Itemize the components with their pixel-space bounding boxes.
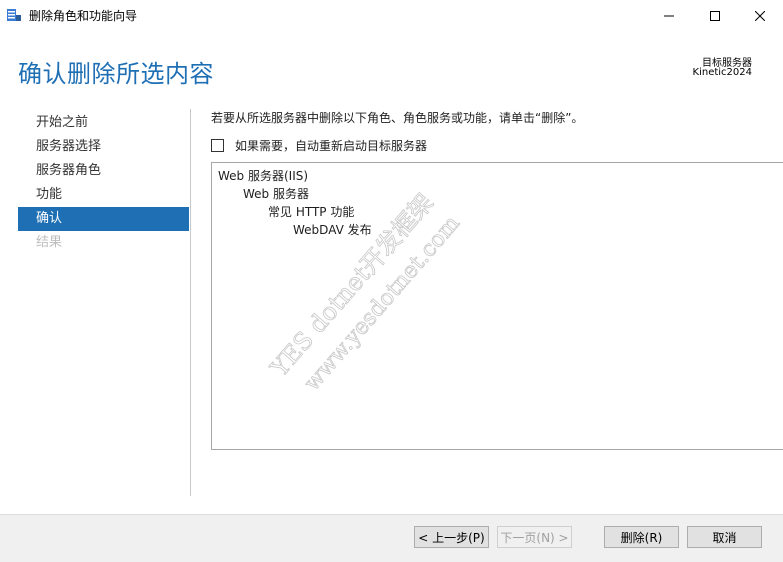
nav-item-features[interactable]: 功能 [18,183,189,207]
title-bar: 删除角色和功能向导 [0,0,783,30]
wizard-steps-nav: 开始之前 服务器选择 服务器角色 功能 确认 结果 [18,111,189,255]
nav-item-results: 结果 [36,235,63,250]
window-title: 删除角色和功能向导 [29,9,138,23]
delete-button[interactable]: 删除(R) [604,526,679,548]
restart-option: 如果需要，自动重新启动目标服务器 [211,137,427,154]
nav-item-server-selection[interactable]: 服务器选择 [18,135,189,159]
nav-item-server-roles[interactable]: 服务器角色 [18,159,189,183]
page-title: 确认删除所选内容 [18,60,214,88]
close-icon [754,6,766,25]
target-server-name: Kinetic2024 [692,67,752,78]
maximize-icon [710,6,720,25]
nav-item-confirmation[interactable]: 确认 [18,207,189,231]
nav-item-before-you-begin[interactable]: 开始之前 [18,111,189,135]
restart-checkbox-label[interactable]: 如果需要，自动重新启动目标服务器 [235,137,427,154]
maximize-button[interactable] [692,0,738,30]
list-item-web-server: Web 服务器 [243,187,309,201]
close-button[interactable] [737,0,783,30]
list-item-web-server-iis: Web 服务器(IIS) [218,169,309,183]
nav-divider [190,109,191,496]
instruction-text: 若要从所选服务器中删除以下角色、角色服务或功能，请单击“删除”。 [211,111,584,125]
minimize-button[interactable] [646,0,692,30]
minimize-icon [664,6,674,25]
previous-button[interactable]: < 上一步(P) [414,526,489,548]
list-item-common-http-features: 常见 HTTP 功能 [268,205,355,219]
next-button: 下一页(N) > [497,526,572,548]
removal-items-list[interactable]: Web 服务器(IIS) Web 服务器 常见 HTTP 功能 WebDAV 发… [211,162,783,450]
restart-checkbox[interactable] [211,139,224,152]
server-manager-icon [6,7,22,23]
cancel-button[interactable]: 取消 [687,526,762,548]
list-item-webdav-publishing: WebDAV 发布 [293,223,372,237]
